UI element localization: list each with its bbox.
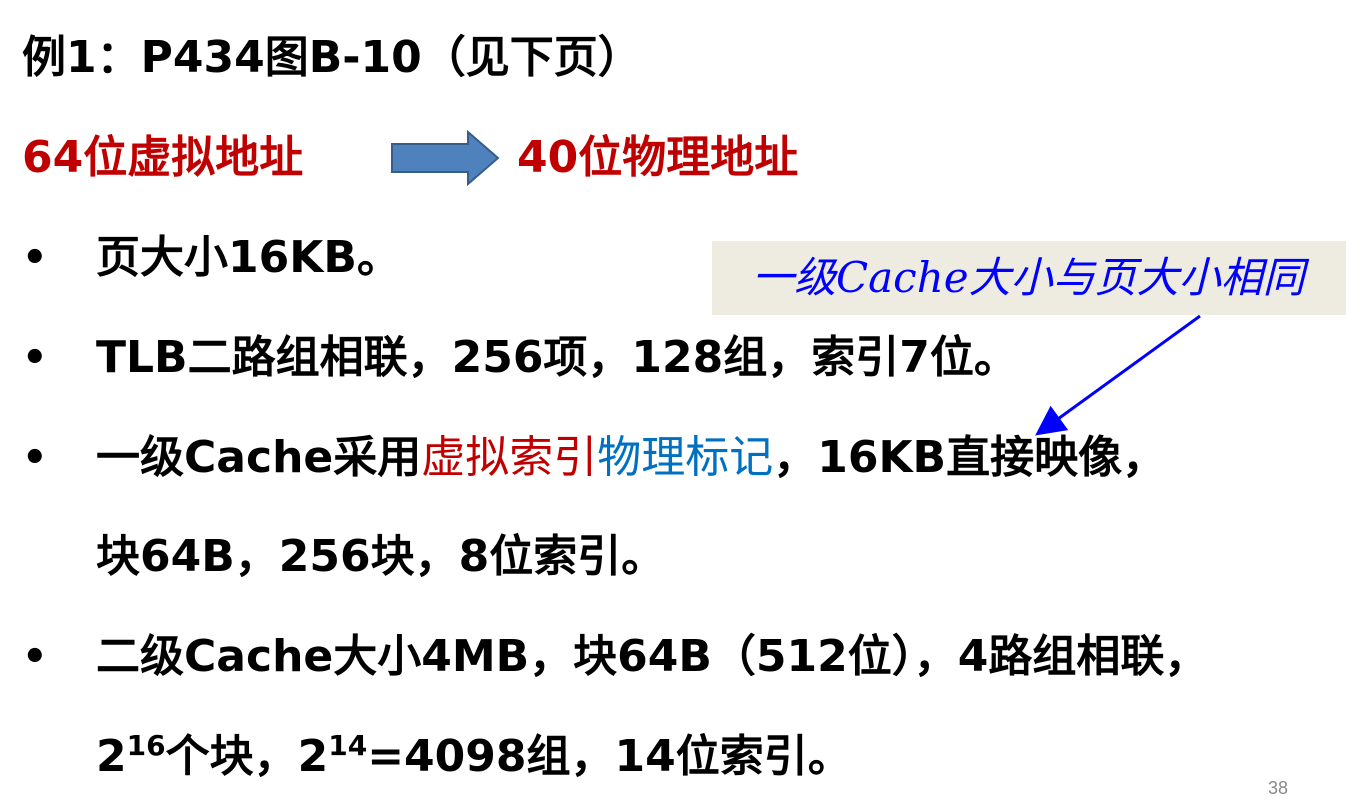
slide-title: 例1：P434图B-10（见下页） bbox=[22, 32, 642, 83]
exponent: 14 bbox=[328, 729, 368, 762]
callout-text: 一级Cache大小与页大小相同 bbox=[752, 253, 1305, 302]
virtual-index-highlight: 虚拟索引 bbox=[421, 432, 598, 483]
bullet-text: 一级Cache采用虚拟索引物理标记，16KB直接映像， bbox=[96, 428, 1166, 488]
power-base: 2 bbox=[96, 731, 127, 782]
physical-tag-highlight: 物理标记 bbox=[597, 432, 774, 483]
bullet-icon: • bbox=[22, 435, 48, 481]
bullet-icon: • bbox=[22, 335, 48, 381]
callout-box: 一级Cache大小与页大小相同 bbox=[712, 241, 1346, 315]
text-segment: 个块，2 bbox=[165, 731, 329, 782]
virtual-address-label: 64位虚拟地址 bbox=[22, 132, 304, 183]
bullet-text-suffix: ，16KB直接映像， bbox=[773, 432, 1167, 483]
bullet-text: 块64B，256块，8位索引。 bbox=[96, 531, 666, 582]
right-arrow-icon bbox=[391, 130, 500, 186]
bullet-text: TLB二路组相联，256项，128组，索引7位。 bbox=[96, 332, 1018, 383]
physical-address-label: 40位物理地址 bbox=[517, 132, 799, 183]
slide: 例1：P434图B-10（见下页） 64位虚拟地址 40位物理地址 一级Cach… bbox=[0, 0, 1346, 801]
bullet-text: 216个块，214=4098组，14位索引。 bbox=[96, 727, 852, 787]
bullet-icon: • bbox=[22, 634, 48, 680]
bullet-icon: • bbox=[22, 235, 48, 281]
bullet-text: 二级Cache大小4MB，块64B（512位），4路组相联， bbox=[96, 631, 1209, 682]
exponent: 16 bbox=[126, 729, 166, 762]
bullet-text-prefix: 一级Cache采用 bbox=[96, 432, 422, 483]
text-segment: =4098组，14位索引。 bbox=[367, 731, 852, 782]
bullet-text: 页大小16KB。 bbox=[96, 232, 401, 283]
page-number: 38 bbox=[1267, 778, 1288, 798]
